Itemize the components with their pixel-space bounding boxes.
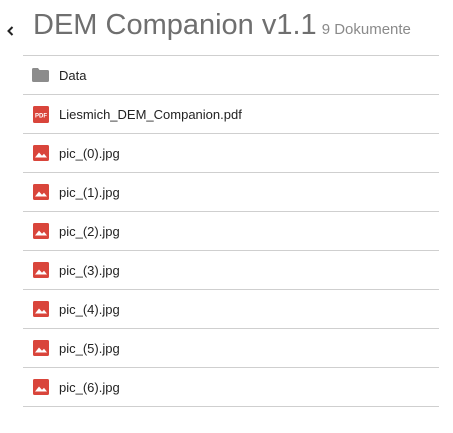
svg-text:PDF: PDF <box>35 113 47 119</box>
image-icon <box>32 184 49 201</box>
file-name: Liesmich_DEM_Companion.pdf <box>59 106 242 122</box>
file-row-image[interactable]: pic_(0).jpg <box>23 134 439 173</box>
chevron-left-icon <box>6 26 13 36</box>
file-name: pic_(2).jpg <box>59 223 120 239</box>
file-name: pic_(5).jpg <box>59 340 120 356</box>
image-icon <box>32 262 49 279</box>
file-name: pic_(0).jpg <box>59 145 120 161</box>
pdf-icon: PDF <box>32 105 49 123</box>
back-button[interactable] <box>4 24 16 38</box>
image-icon <box>32 379 49 396</box>
file-row-image[interactable]: pic_(6).jpg <box>23 368 439 407</box>
file-name: pic_(4).jpg <box>59 301 120 317</box>
folder-icon <box>32 67 49 84</box>
file-row-pdf[interactable]: PDF Liesmich_DEM_Companion.pdf <box>23 95 439 134</box>
file-name: pic_(3).jpg <box>59 262 120 278</box>
image-icon <box>32 145 49 162</box>
file-list: Data PDF Liesmich_DEM_Companion.pdf pic_… <box>23 55 439 407</box>
image-icon <box>32 301 49 318</box>
file-row-image[interactable]: pic_(1).jpg <box>23 173 439 212</box>
page-header: DEM Companion v1.1 9 Dokumente <box>33 9 453 53</box>
file-name: pic_(6).jpg <box>59 379 120 395</box>
file-row-image[interactable]: pic_(5).jpg <box>23 329 439 368</box>
image-icon <box>32 340 49 357</box>
file-row-image[interactable]: pic_(2).jpg <box>23 212 439 251</box>
file-row-image[interactable]: pic_(4).jpg <box>23 290 439 329</box>
file-row-data-folder[interactable]: Data <box>23 56 439 95</box>
file-name: Data <box>59 67 87 83</box>
image-icon <box>32 223 49 240</box>
document-count: 9 Dokumente <box>321 21 411 38</box>
file-name: pic_(1).jpg <box>59 184 120 200</box>
file-row-image[interactable]: pic_(3).jpg <box>23 251 439 290</box>
page-title: DEM Companion v1.1 <box>33 9 317 41</box>
